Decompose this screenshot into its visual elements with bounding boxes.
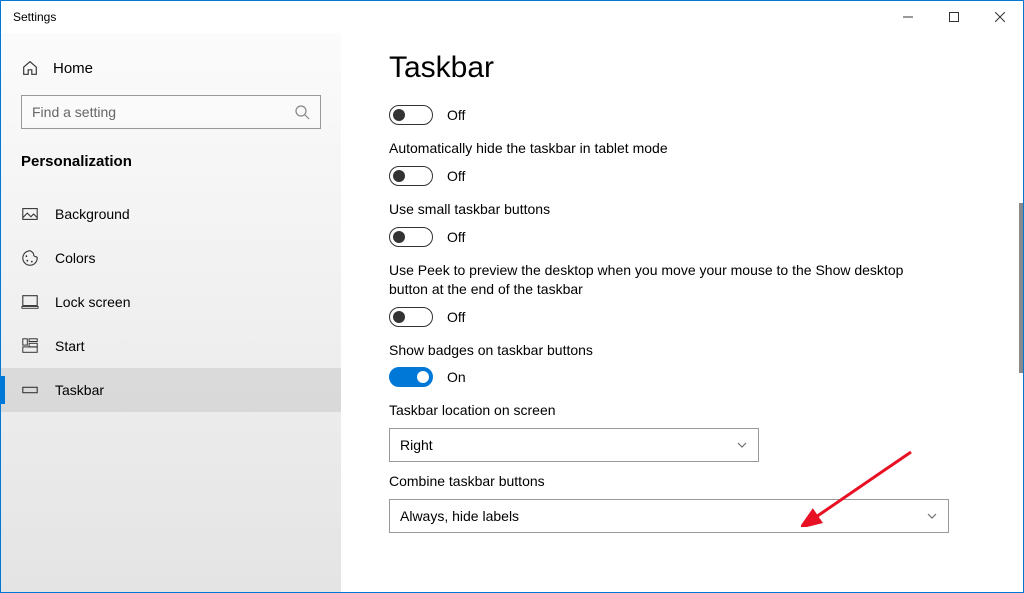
picture-icon xyxy=(21,205,39,223)
setting-badges-label: Show badges on taskbar buttons xyxy=(389,341,909,360)
search-input[interactable] xyxy=(32,104,294,120)
scrollbar-thumb[interactable] xyxy=(1019,203,1023,373)
palette-icon xyxy=(21,249,39,267)
setting-peek-label: Use Peek to preview the desktop when you… xyxy=(389,261,909,299)
sidebar-item-colors[interactable]: Colors xyxy=(1,236,341,280)
select-combine-buttons[interactable]: Always, hide labels xyxy=(389,499,949,533)
sidebar-item-label: Lock screen xyxy=(55,294,130,310)
titlebar: Settings xyxy=(1,1,1023,33)
select-combine-buttons-value: Always, hide labels xyxy=(400,508,519,524)
minimize-icon xyxy=(903,12,913,22)
sidebar-item-label: Colors xyxy=(55,250,95,266)
category-header: Personalization xyxy=(21,153,321,170)
toggle-small-buttons-state: Off xyxy=(447,229,465,245)
sidebar-item-label: Start xyxy=(55,338,85,354)
chevron-down-icon xyxy=(926,510,938,522)
toggle-auto-hide-tablet[interactable] xyxy=(389,166,433,186)
setting-combine-label: Combine taskbar buttons xyxy=(389,472,909,491)
select-taskbar-location[interactable]: Right xyxy=(389,428,759,462)
search-input-wrap[interactable] xyxy=(21,95,321,129)
toggle-auto-hide-tablet-state: Off xyxy=(447,168,465,184)
toggle-1[interactable] xyxy=(389,105,433,125)
close-icon xyxy=(995,12,1005,22)
main-panel: Taskbar Off Automatically hide the taskb… xyxy=(341,33,1023,592)
setting-small-buttons-label: Use small taskbar buttons xyxy=(389,200,909,219)
start-icon xyxy=(21,337,39,355)
toggle-peek[interactable] xyxy=(389,307,433,327)
toggle-peek-state: Off xyxy=(447,309,465,325)
toggle-badges[interactable] xyxy=(389,367,433,387)
sidebar-item-taskbar[interactable]: Taskbar xyxy=(1,368,341,412)
sidebar-item-lock-screen[interactable]: Lock screen xyxy=(1,280,341,324)
setting-auto-hide-tablet-label: Automatically hide the taskbar in tablet… xyxy=(389,139,909,158)
sidebar-item-start[interactable]: Start xyxy=(1,324,341,368)
home-nav[interactable]: Home xyxy=(21,49,321,95)
search-icon xyxy=(294,104,310,120)
taskbar-icon xyxy=(21,381,39,399)
sidebar: Home Personalization Background Colors L… xyxy=(1,33,341,592)
select-taskbar-location-value: Right xyxy=(400,437,433,453)
minimize-button[interactable] xyxy=(885,1,931,33)
lock-screen-icon xyxy=(21,293,39,311)
sidebar-item-label: Background xyxy=(55,206,130,222)
toggle-badges-state: On xyxy=(447,369,466,385)
toggle-1-state: Off xyxy=(447,107,465,123)
window-title: Settings xyxy=(13,10,56,24)
home-label: Home xyxy=(53,60,93,77)
page-title: Taskbar xyxy=(389,51,1023,85)
home-icon xyxy=(21,59,39,77)
sidebar-item-background[interactable]: Background xyxy=(1,192,341,236)
close-button[interactable] xyxy=(977,1,1023,33)
toggle-small-buttons[interactable] xyxy=(389,227,433,247)
maximize-icon xyxy=(949,12,959,22)
maximize-button[interactable] xyxy=(931,1,977,33)
chevron-down-icon xyxy=(736,439,748,451)
sidebar-item-label: Taskbar xyxy=(55,382,104,398)
setting-location-label: Taskbar location on screen xyxy=(389,401,909,420)
